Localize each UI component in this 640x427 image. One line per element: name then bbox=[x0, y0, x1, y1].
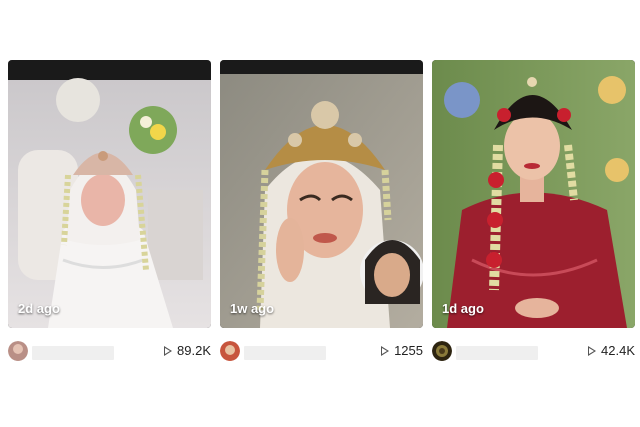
bride-gold-crown-thumbnail-icon bbox=[220, 60, 423, 328]
video-thumbnail[interactable]: 1d ago bbox=[432, 60, 635, 328]
play-icon bbox=[164, 345, 173, 356]
video-thumbnail[interactable]: 2d ago bbox=[8, 60, 211, 328]
avatar[interactable] bbox=[8, 341, 28, 361]
username-placeholder[interactable] bbox=[456, 346, 538, 360]
posted-ago-label: 1w ago bbox=[230, 301, 275, 316]
view-count: 1255 bbox=[381, 343, 423, 358]
bride-white-veil-thumbnail-icon bbox=[8, 60, 211, 328]
view-count-value: 1255 bbox=[394, 343, 423, 358]
avatar[interactable] bbox=[432, 341, 452, 361]
username-placeholder[interactable] bbox=[244, 346, 326, 360]
video-card[interactable]: 1d ago 42.4K bbox=[432, 60, 635, 364]
posted-ago-label: 2d ago bbox=[18, 301, 60, 316]
video-meta: 42.4K bbox=[432, 338, 635, 364]
video-card[interactable]: 2d ago 89.2K bbox=[8, 60, 211, 364]
video-grid: 2d ago 89.2K 1w ago 1255 1d ago 42.4K bbox=[0, 0, 640, 427]
avatar[interactable] bbox=[220, 341, 240, 361]
bride-red-kebaya-thumbnail-icon bbox=[432, 60, 635, 328]
video-card[interactable]: 1w ago 1255 bbox=[220, 60, 423, 364]
video-meta: 89.2K bbox=[8, 338, 211, 364]
posted-ago-label: 1d ago bbox=[442, 301, 484, 316]
play-icon bbox=[381, 345, 390, 356]
view-count: 89.2K bbox=[164, 343, 211, 358]
video-meta: 1255 bbox=[220, 338, 423, 364]
view-count-value: 42.4K bbox=[601, 343, 635, 358]
username-placeholder[interactable] bbox=[32, 346, 114, 360]
view-count-value: 89.2K bbox=[177, 343, 211, 358]
video-thumbnail[interactable]: 1w ago bbox=[220, 60, 423, 328]
view-count: 42.4K bbox=[588, 343, 635, 358]
play-icon bbox=[588, 345, 597, 356]
